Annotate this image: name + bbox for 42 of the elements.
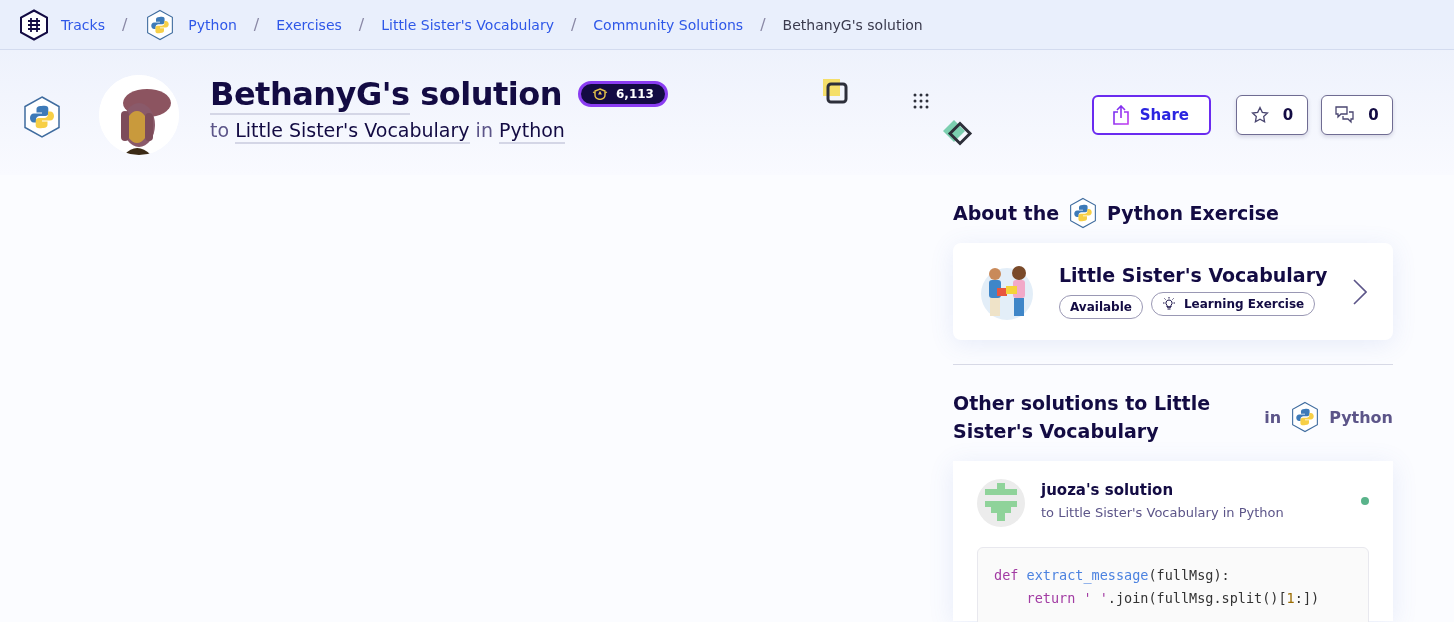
author-link[interactable]: BethanyG's xyxy=(210,75,410,115)
solution-card-subtitle: to Little Sister's Vocabulary in Python xyxy=(1041,505,1285,520)
other-solutions-heading: Other solutions to Little Sister's Vocabulary xyxy=(953,391,1212,444)
breadcrumb-link[interactable]: Exercises xyxy=(276,16,342,33)
reputation-badge: 6,113 xyxy=(577,81,668,107)
current-page-label: BethanyG's solution xyxy=(782,16,923,33)
comments-button[interactable]: 0 xyxy=(1321,95,1393,135)
solution-card[interactable]: juoza's solution to Little Sister's Vocabulary in Python def extract_message(fullMsg): return ' '.join(fullMsg.split()[1:]) xyxy=(953,461,1393,621)
solution-card-title: juoza's solution xyxy=(1041,481,1175,499)
breadcrumb-link[interactable]: Tracks xyxy=(61,16,105,33)
dot-grid-icon xyxy=(913,93,929,109)
breadcrumb-separator: / xyxy=(358,15,365,34)
code-line: return ' '.join(fullMsg.split()[1:]) xyxy=(1026,589,1320,608)
breadcrumb-link[interactable]: Python xyxy=(188,16,237,33)
tracks-icon xyxy=(19,8,49,41)
exercise-title: Little Sister's Vocabulary xyxy=(1059,264,1329,286)
share-icon xyxy=(1111,105,1130,125)
chevron-right-icon xyxy=(1353,278,1367,305)
identicon-icon xyxy=(977,479,1025,527)
solution-title: BethanyG's solution 6,113 xyxy=(210,75,668,113)
share-button[interactable]: Share xyxy=(1091,95,1211,135)
in-label: in xyxy=(1264,407,1282,427)
breadcrumb-link[interactable]: Little Sister's Vocabulary xyxy=(381,16,554,33)
breadcrumb-separator: / xyxy=(760,15,766,34)
star-icon xyxy=(1250,106,1269,124)
square-shape-icon xyxy=(823,79,849,104)
code-line: def extract_message(fullMsg): xyxy=(994,566,1230,586)
exercise-card[interactable]: Little Sister's Vocabulary Available Learning Exercise xyxy=(953,243,1393,340)
reputation-icon xyxy=(591,88,608,100)
breadcrumb-separator: / xyxy=(121,15,128,34)
comments-icon xyxy=(1335,106,1355,124)
track-link[interactable]: Python xyxy=(499,119,565,144)
lightbulb-icon xyxy=(1161,297,1176,311)
breadcrumb-separator: / xyxy=(253,15,260,34)
track-name: Python xyxy=(1329,407,1393,427)
exercise-link[interactable]: Little Sister's Vocabulary xyxy=(235,119,470,144)
breadcrumb-separator: / xyxy=(570,15,577,34)
solution-subtitle: to Little Sister's Vocabulary in Python xyxy=(210,119,668,141)
about-heading: About the Python Exercise xyxy=(953,197,1393,229)
breadcrumb-link[interactable]: Community Solutions xyxy=(593,16,744,33)
status-dot xyxy=(1361,497,1369,505)
star-button[interactable]: 0 xyxy=(1236,95,1308,135)
